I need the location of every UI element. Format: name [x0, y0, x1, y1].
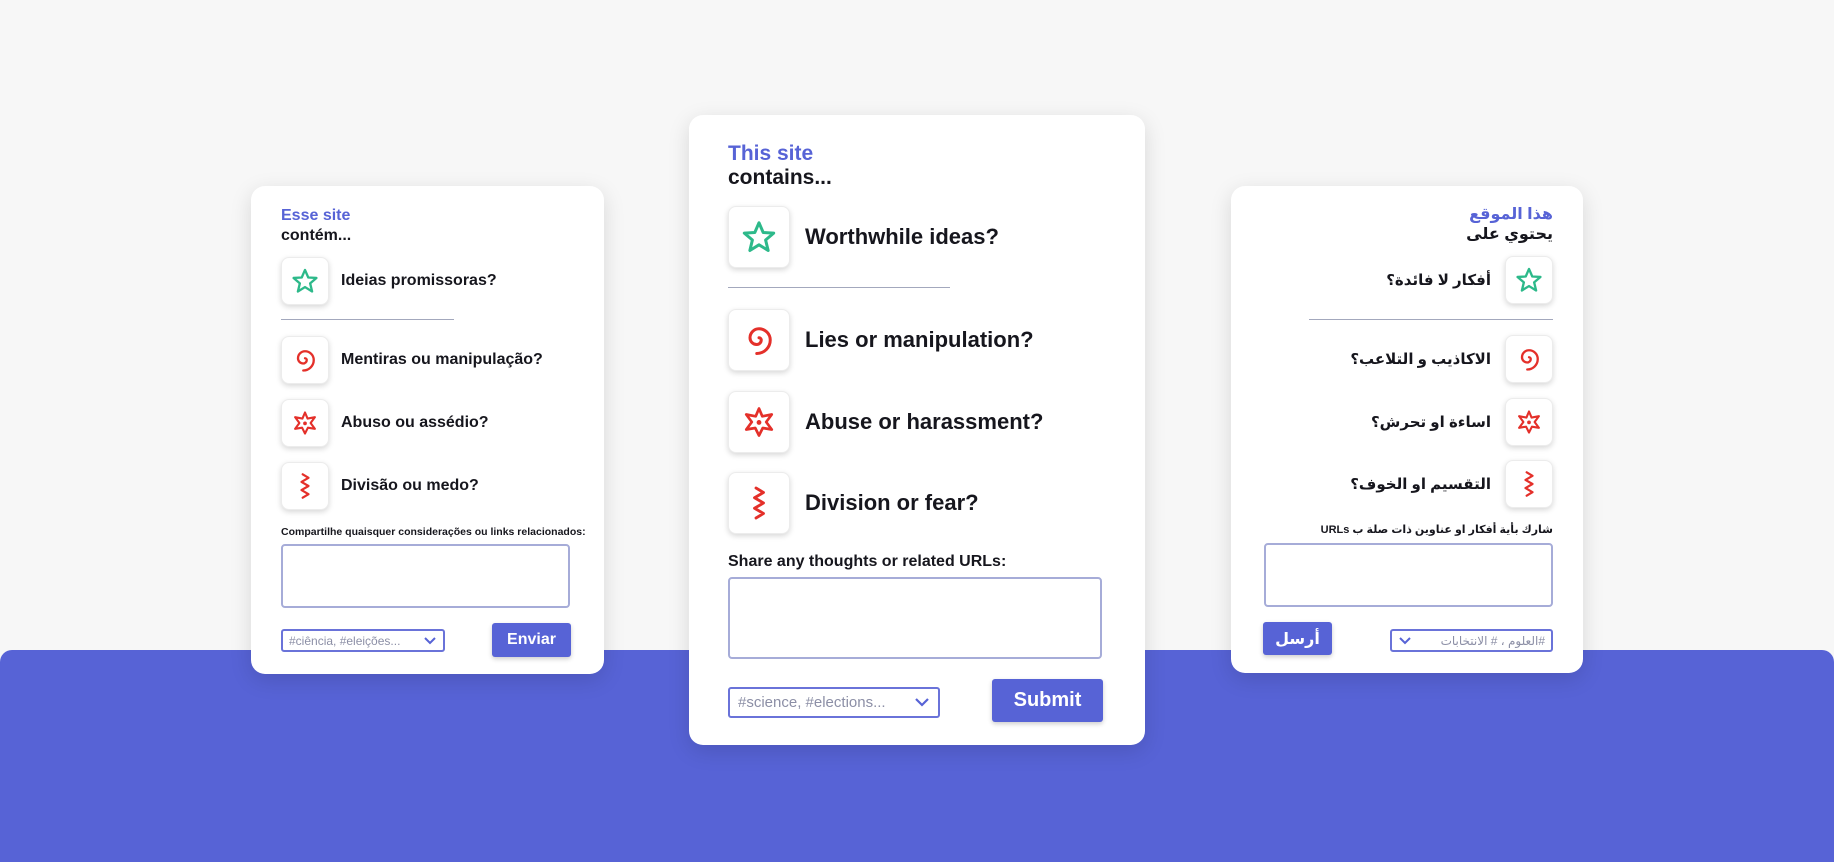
tags-placeholder: #science, #elections...: [738, 694, 886, 711]
spiral-icon: [728, 309, 790, 371]
zigzag-icon: [281, 462, 329, 510]
share-prompt: Compartilhe quaisquer considerações ou l…: [281, 526, 586, 538]
card-title: Esse site contém...: [281, 206, 351, 246]
option-worthwhile[interactable]: Ideias promissoras?: [281, 257, 497, 305]
title-accent: هذا الموقع: [1469, 206, 1553, 223]
option-division[interactable]: التقسيم او الخوف؟: [1350, 460, 1553, 508]
title-accent: This site: [728, 142, 814, 165]
thoughts-textarea[interactable]: [728, 577, 1102, 659]
tags-select[interactable]: #science, #elections...: [728, 687, 940, 718]
option-abuse[interactable]: اساءة او تحرش؟: [1371, 398, 1553, 446]
burst-star-icon: [281, 399, 329, 447]
tags-select[interactable]: #ciência, #eleições...: [281, 629, 445, 652]
feedback-card-portuguese: Esse site contém... Ideias promissoras? …: [251, 186, 604, 674]
divider: [1309, 319, 1553, 320]
title-accent: Esse site: [281, 207, 351, 224]
option-label: Lies or manipulation?: [805, 327, 1034, 352]
feedback-card-english: This site contains... Worthwhile ideas? …: [689, 115, 1145, 745]
option-label: Ideias promissoras?: [341, 272, 497, 289]
option-worthwhile[interactable]: أفكار لا فائدة؟: [1386, 256, 1553, 304]
option-label: Mentiras ou manipulação?: [341, 351, 543, 368]
zigzag-icon: [1505, 460, 1553, 508]
title-main: contains...: [728, 166, 832, 189]
share-prompt: شارك بأية أفكار او عناوين ذات صلة ب URLs: [1320, 524, 1553, 536]
option-label: Abuso ou assédio?: [341, 414, 489, 431]
option-label: اساءة او تحرش؟: [1370, 414, 1491, 431]
burst-star-icon: [1505, 398, 1553, 446]
tags-placeholder: #العلوم ، # الانتخابات: [1440, 633, 1545, 648]
option-division[interactable]: Division or fear?: [728, 472, 979, 534]
chevron-down-icon: [1398, 636, 1412, 646]
tags-select[interactable]: #العلوم ، # الانتخابات: [1390, 629, 1553, 652]
option-label: Division or fear?: [805, 490, 979, 515]
option-label: Abuse or harassment?: [805, 409, 1044, 434]
divider: [728, 287, 950, 288]
card-title: This site contains...: [728, 142, 832, 190]
option-label: أفكار لا فائدة؟: [1386, 272, 1491, 289]
spiral-icon: [281, 336, 329, 384]
burst-star-icon: [728, 391, 790, 453]
option-division[interactable]: Divisão ou medo?: [281, 462, 479, 510]
chevron-down-icon: [423, 636, 437, 646]
option-label: الاكاذيب و التلاعب؟: [1350, 351, 1491, 368]
share-prompt: Share any thoughts or related URLs:: [728, 553, 1007, 570]
star-icon: [728, 206, 790, 268]
chevron-down-icon: [914, 697, 930, 708]
option-lies[interactable]: Lies or manipulation?: [728, 309, 1034, 371]
title-main: contém...: [281, 227, 352, 244]
option-label: Worthwhile ideas?: [805, 224, 999, 249]
option-worthwhile[interactable]: Worthwhile ideas?: [728, 206, 999, 268]
submit-button[interactable]: أرسل: [1263, 622, 1332, 655]
zigzag-icon: [728, 472, 790, 534]
thoughts-textarea[interactable]: [1264, 543, 1553, 607]
divider: [281, 319, 454, 320]
option-label: Divisão ou medo?: [341, 477, 479, 494]
thoughts-textarea[interactable]: [281, 544, 570, 608]
feedback-card-arabic: هذا الموقع يحتوي على أفكار لا فائدة؟ الا…: [1231, 186, 1583, 673]
card-title: هذا الموقع يحتوي على: [1466, 205, 1553, 245]
submit-button[interactable]: Enviar: [492, 623, 571, 657]
title-main: يحتوي على: [1466, 226, 1553, 243]
tags-placeholder: #ciência, #eleições...: [289, 633, 401, 648]
spiral-icon: [1505, 335, 1553, 383]
star-icon: [281, 257, 329, 305]
star-icon: [1505, 256, 1553, 304]
option-abuse[interactable]: Abuso ou assédio?: [281, 399, 489, 447]
option-lies[interactable]: Mentiras ou manipulação?: [281, 336, 543, 384]
option-abuse[interactable]: Abuse or harassment?: [728, 391, 1043, 453]
option-label: التقسيم او الخوف؟: [1350, 476, 1491, 493]
submit-button[interactable]: Submit: [992, 679, 1103, 722]
option-lies[interactable]: الاكاذيب و التلاعب؟: [1350, 335, 1553, 383]
